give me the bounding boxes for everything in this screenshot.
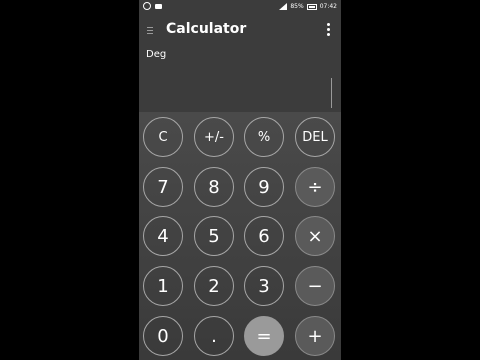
decimal-point-button[interactable]: . [194,316,234,356]
add-button[interactable]: + [295,316,335,356]
digit-2-button[interactable]: 2 [194,266,234,306]
subtract-button[interactable]: − [295,266,335,306]
signal-icon [279,3,288,10]
percent-button[interactable]: % [244,117,284,157]
hamburger-menu-icon[interactable] [147,27,153,34]
keypad: C +/- % DEL 7 8 9 ÷ 4 5 6 × 1 2 3 − 0 . … [139,112,341,360]
overflow-menu-icon[interactable] [327,23,331,37]
sign-toggle-button[interactable]: +/- [194,117,234,157]
digit-9-button[interactable]: 9 [244,167,284,207]
equals-button[interactable]: = [244,316,284,356]
status-left [143,2,162,10]
battery-percent: 85% [290,3,304,10]
delete-button[interactable]: DEL [295,117,335,157]
digit-5-button[interactable]: 5 [194,216,234,256]
status-time: 07:42 [319,3,337,10]
status-right: 85% 07:42 [279,2,337,11]
digit-7-button[interactable]: 7 [143,167,183,207]
digit-8-button[interactable]: 8 [194,167,234,207]
digit-6-button[interactable]: 6 [244,216,284,256]
notification-circle-icon [143,2,151,10]
battery-icon [306,3,317,10]
app-title: Calculator [166,21,247,37]
phone-screen: 85% 07:42 Calculator Deg C +/- % DEL 7 8… [139,0,341,360]
digit-4-button[interactable]: 4 [143,216,183,256]
multiply-button[interactable]: × [295,216,335,256]
clear-button[interactable]: C [143,117,183,157]
status-bar: 85% 07:42 [139,0,341,14]
digit-3-button[interactable]: 3 [244,266,284,306]
divide-button[interactable]: ÷ [295,167,335,207]
toolbar: Calculator [139,14,341,46]
calculator-display: Deg [139,46,341,112]
digit-0-button[interactable]: 0 [143,316,183,356]
angle-mode-label[interactable]: Deg [146,49,166,60]
screen-recorder-icon [155,3,162,9]
digit-1-button[interactable]: 1 [143,266,183,306]
input-cursor [331,78,332,108]
